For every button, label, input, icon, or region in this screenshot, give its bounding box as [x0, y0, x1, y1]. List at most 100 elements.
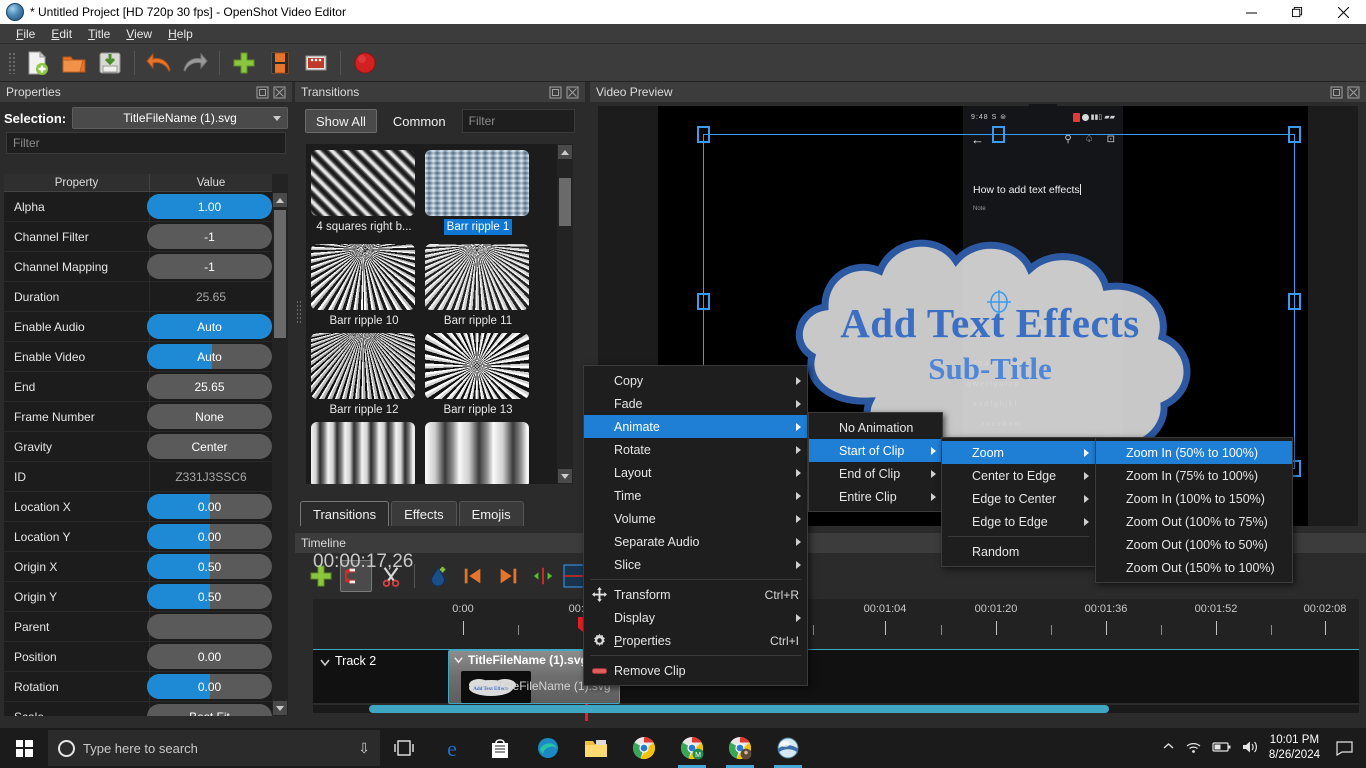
- transition-thumbnail[interactable]: [425, 422, 529, 484]
- property-value-cell[interactable]: 0.00: [147, 522, 272, 552]
- property-pill[interactable]: -1: [147, 254, 272, 279]
- timeline-ruler[interactable]: 0:00 00:00:16 00:01:04 00:01:20 00:01:36…: [313, 599, 1359, 721]
- transition-item[interactable]: Barr ripple 11: [425, 244, 531, 329]
- task-view-icon[interactable]: [380, 728, 428, 768]
- property-row[interactable]: Scale Best Fit: [4, 701, 272, 716]
- tab-transitions[interactable]: Transitions: [300, 501, 390, 526]
- property-pill[interactable]: [147, 614, 272, 639]
- property-value-cell[interactable]: 0.50: [147, 552, 272, 582]
- track-expand-chevron-icon[interactable]: [319, 656, 331, 668]
- transition-thumbnail[interactable]: [311, 333, 415, 399]
- property-value-cell[interactable]: -1: [147, 222, 272, 252]
- properties-float-icon[interactable]: [256, 86, 269, 99]
- property-row[interactable]: Location Y 0.00: [4, 521, 272, 552]
- chrome-profile-m-icon[interactable]: M: [668, 728, 716, 768]
- transitions-scroll-down-icon[interactable]: [558, 469, 572, 483]
- property-row[interactable]: Gravity Center: [4, 431, 272, 462]
- transition-thumbnail[interactable]: [311, 150, 415, 216]
- property-slider[interactable]: Auto: [147, 344, 272, 369]
- menu-item-zoom-in-50-to-100[interactable]: Zoom In (50% to 100%): [1096, 441, 1292, 464]
- transitions-close-icon[interactable]: [566, 86, 579, 99]
- property-row[interactable]: Rotation 0.00: [4, 671, 272, 702]
- property-row[interactable]: Enable Video Auto: [4, 341, 272, 372]
- volume-icon[interactable]: [1242, 740, 1259, 757]
- action-center-icon[interactable]: [1330, 740, 1358, 756]
- track-header[interactable]: Track 2: [313, 650, 448, 704]
- file-explorer-icon[interactable]: [572, 728, 620, 768]
- tab-effects[interactable]: Effects: [391, 501, 457, 526]
- microsoft-store-icon[interactable]: [476, 728, 524, 768]
- property-slider[interactable]: Auto: [147, 314, 272, 339]
- center-playhead-icon[interactable]: [527, 560, 559, 592]
- menu-view[interactable]: View: [118, 25, 160, 43]
- timeline-horizontal-scrollbar[interactable]: [313, 705, 1359, 713]
- open-project-icon[interactable]: [58, 47, 90, 79]
- menu-item-zoom[interactable]: Zoom: [942, 441, 1095, 464]
- property-value-cell[interactable]: Auto: [147, 342, 272, 372]
- transition-item[interactable]: 4 squares right b...: [311, 150, 417, 240]
- menu-item-entire-clip[interactable]: Entire Clip: [809, 485, 942, 508]
- property-pill[interactable]: 25.65: [147, 374, 272, 399]
- properties-close-icon[interactable]: [273, 86, 286, 99]
- close-button[interactable]: [1320, 0, 1366, 24]
- menu-item-end-of-clip[interactable]: End of Clip: [809, 462, 942, 485]
- show-hidden-icons-icon[interactable]: [1162, 740, 1175, 756]
- property-row[interactable]: Origin X 0.50: [4, 551, 272, 582]
- property-slider[interactable]: 0.50: [147, 584, 272, 609]
- menu-item-edge-to-center[interactable]: Edge to Center: [942, 487, 1095, 510]
- property-pill[interactable]: Best Fit: [147, 704, 272, 716]
- property-row[interactable]: Frame Number None: [4, 401, 272, 432]
- property-slider[interactable]: 0.00: [147, 674, 272, 699]
- clip-expand-chevron-icon[interactable]: [453, 654, 464, 665]
- property-slider[interactable]: 0.00: [147, 524, 272, 549]
- search-input[interactable]: Type here to search ⇩: [48, 730, 380, 766]
- fullscreen-icon[interactable]: [300, 47, 332, 79]
- menu-help[interactable]: Help: [160, 25, 201, 43]
- property-row[interactable]: Origin Y 0.50: [4, 581, 272, 612]
- internet-explorer-icon[interactable]: e: [428, 728, 476, 768]
- transition-item[interactable]: Barr ripple 1: [425, 150, 531, 240]
- start-button[interactable]: [0, 728, 48, 768]
- choose-profile-icon[interactable]: [264, 47, 296, 79]
- transition-item[interactable]: Barr ripple 10: [311, 244, 417, 329]
- property-value-cell[interactable]: Auto: [147, 312, 272, 342]
- new-project-icon[interactable]: [22, 47, 54, 79]
- menu-edit[interactable]: Edit: [43, 25, 80, 43]
- selection-combobox[interactable]: TitleFileName (1).svg: [72, 107, 288, 129]
- transitions-float-icon[interactable]: [549, 86, 562, 99]
- property-value-cell[interactable]: 1.00: [147, 192, 272, 222]
- menu-item-layout[interactable]: Layout: [584, 461, 807, 484]
- transition-item[interactable]: [425, 422, 531, 484]
- property-pill[interactable]: 0.00: [147, 644, 272, 669]
- property-slider[interactable]: 0.00: [147, 494, 272, 519]
- transitions-scroll-up-icon[interactable]: [558, 145, 572, 159]
- properties-scrollbar[interactable]: [272, 174, 288, 716]
- menu-item-zoom-out-150-to-100[interactable]: Zoom Out (150% to 100%): [1096, 556, 1292, 579]
- menu-title[interactable]: Title: [80, 25, 118, 43]
- next-marker-icon[interactable]: [492, 560, 524, 592]
- property-row[interactable]: Location X 0.00: [4, 491, 272, 522]
- handle-middle-left[interactable]: [697, 292, 710, 310]
- handle-middle-right[interactable]: [1288, 292, 1301, 310]
- edge-icon[interactable]: [524, 728, 572, 768]
- transition-thumbnail[interactable]: [311, 244, 415, 310]
- property-pill[interactable]: Center: [147, 434, 272, 459]
- menu-item-transform[interactable]: Transform Ctrl+R: [584, 583, 807, 606]
- tab-emojis[interactable]: Emojis: [458, 501, 524, 526]
- maximize-button[interactable]: [1274, 0, 1320, 24]
- menu-item-rotate[interactable]: Rotate: [584, 438, 807, 461]
- property-row[interactable]: ID Z331J3SSC6: [4, 461, 272, 492]
- show-all-button[interactable]: Show All: [305, 109, 377, 133]
- property-value-cell[interactable]: 0.50: [147, 582, 272, 612]
- menu-item-edge-to-edge[interactable]: Edge to Edge: [942, 510, 1095, 533]
- add-marker-icon[interactable]: [422, 560, 454, 592]
- menu-item-zoom-out-100-to-75[interactable]: Zoom Out (100% to 75%): [1096, 510, 1292, 533]
- menu-item-zoom-out-100-to-50[interactable]: Zoom Out (100% to 50%): [1096, 533, 1292, 556]
- transition-thumbnail[interactable]: [311, 422, 415, 484]
- menu-item-start-of-clip[interactable]: Start of Clip: [809, 439, 942, 462]
- menu-item-display[interactable]: Display: [584, 606, 807, 629]
- transition-item[interactable]: [311, 422, 417, 484]
- property-row[interactable]: Parent: [4, 611, 272, 642]
- transition-thumbnail[interactable]: [425, 150, 529, 216]
- common-button[interactable]: Common: [383, 109, 456, 133]
